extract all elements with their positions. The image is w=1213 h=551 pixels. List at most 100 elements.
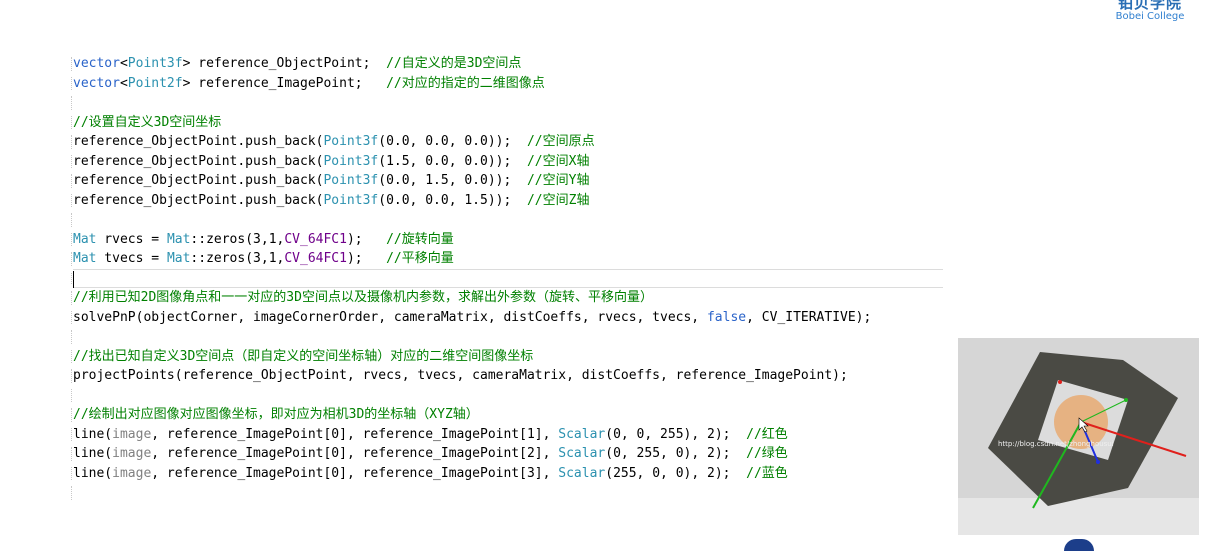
code-token: line( [73, 426, 113, 442]
code-token: Scalar [558, 426, 606, 442]
code-line[interactable]: solvePnP(objectCorner, imageCornerOrder,… [71, 308, 953, 328]
code-token: reference_ObjectPoint.push_back( [73, 153, 324, 169]
code-token: ::zeros(3,1, [190, 251, 285, 266]
corner-point [1096, 460, 1100, 464]
code-token: line( [73, 465, 113, 481]
code-token: image [112, 446, 152, 461]
code-token: ); [346, 231, 387, 247]
code-token: Mat [73, 231, 97, 247]
code-token: ); [346, 251, 387, 266]
code-token: //绘制出对应图像对应图像坐标，即对应为相机3D的坐标轴（XYZ轴） [73, 407, 479, 422]
code-token: Mat [73, 251, 97, 266]
watermark-text: http://blog.csdn.net/zhonghousui [998, 440, 1114, 448]
code-line[interactable] [71, 268, 943, 288]
code-line[interactable] [71, 386, 953, 406]
code-token: image [112, 465, 152, 481]
desk-surface [958, 498, 1199, 535]
code-token: //空间X轴 [526, 153, 590, 169]
corner-point [1058, 380, 1062, 384]
code-line[interactable]: reference_ObjectPoint.push_back(Point3f(… [71, 171, 953, 191]
code-line[interactable]: vector<Point3f> reference_ObjectPoint; /… [71, 54, 953, 74]
text-caret [73, 270, 74, 288]
code-token: CV_64FC1 [284, 231, 347, 247]
code-line[interactable]: vector<Point2f> reference_ImagePoint; //… [71, 74, 953, 94]
code-line[interactable] [71, 93, 953, 113]
brand-name-cn: 铂贝学院 [1117, 0, 1182, 12]
code-token: //对应的指定的二维图像点 [386, 75, 545, 91]
code-token: (255, 0, 0), 2); [605, 465, 747, 481]
code-token: false [706, 309, 747, 325]
code-token: (0.0, 0.0, 1.5)); [378, 192, 527, 208]
code-token: Scalar [558, 465, 606, 481]
code-line[interactable]: reference_ObjectPoint.push_back(Point3f(… [71, 152, 953, 172]
pose-estimation-image: http://blog.csdn.net/zhonghousui [958, 338, 1199, 535]
code-token: > reference_ImagePoint; [182, 75, 387, 91]
code-token: vector [73, 75, 120, 91]
code-token: , CV_ITERATIVE); [746, 309, 872, 325]
code-token: reference_ObjectPoint.push_back( [73, 192, 324, 208]
corner-point [1124, 398, 1128, 402]
code-token: Point3f [127, 56, 183, 71]
code-token: image [112, 426, 152, 442]
code-line[interactable] [71, 483, 953, 503]
taskbar-icon[interactable] [1064, 539, 1094, 551]
code-token: (0.0, 0.0, 0.0)); [378, 134, 527, 149]
code-token: < [119, 56, 128, 71]
code-line[interactable]: reference_ObjectPoint.push_back(Point3f(… [71, 191, 953, 211]
code-token: solvePnP(objectCorner, imageCornerOrder,… [73, 309, 707, 325]
code-token: //蓝色 [746, 465, 788, 481]
code-token: //绿色 [746, 446, 788, 461]
code-token: vector [73, 56, 120, 71]
code-token: //旋转向量 [386, 231, 454, 247]
code-line[interactable]: reference_ObjectPoint.push_back(Point3f(… [71, 132, 953, 152]
code-token: Point2f [127, 75, 183, 91]
code-line[interactable]: //利用已知2D图像角点和一一对应的3D空间点以及摄像机内参数，求解出外参数（旋… [71, 288, 953, 308]
code-token: Mat [166, 231, 191, 247]
code-line[interactable]: projectPoints(reference_ObjectPoint, rve… [71, 366, 953, 386]
code-token: //空间Z轴 [526, 192, 590, 208]
code-token: projectPoints(reference_ObjectPoint, rve… [73, 368, 848, 383]
code-token: Scalar [558, 446, 606, 461]
code-token: < [119, 75, 128, 91]
code-line[interactable]: line(image, reference_ImagePoint[0], ref… [71, 425, 953, 445]
code-token: //空间原点 [526, 134, 595, 149]
code-line[interactable]: //绘制出对应图像对应图像坐标，即对应为相机3D的坐标轴（XYZ轴） [71, 405, 953, 425]
code-line[interactable]: line(image, reference_ImagePoint[0], ref… [71, 444, 953, 464]
code-line[interactable]: line(image, reference_ImagePoint[0], ref… [71, 464, 953, 484]
code-token: Point3f [323, 134, 379, 149]
code-line[interactable]: //找出已知自定义3D空间点（即自定义的空间坐标轴）对应的二维空间图像坐标 [71, 347, 953, 367]
code-token: Point3f [323, 192, 379, 208]
code-token: ::zeros(3,1, [190, 231, 285, 247]
code-token: reference_ObjectPoint.push_back( [73, 134, 324, 149]
webcam-preview: http://blog.csdn.net/zhonghousui [958, 338, 1199, 535]
brand-name-en: Bobei College [1115, 11, 1185, 22]
code-token: , reference_ImagePoint[0], reference_Ima… [151, 426, 559, 442]
code-token: //平移向量 [386, 251, 454, 266]
code-line[interactable]: //设置自定义3D空间坐标 [71, 113, 953, 133]
code-token: (0, 255, 0), 2); [605, 446, 747, 461]
code-token: (1.5, 0.0, 0.0)); [378, 153, 527, 169]
code-token: Mat [166, 251, 191, 266]
code-line[interactable] [71, 327, 953, 347]
code-token: (0, 0, 255), 2); [605, 426, 747, 442]
code-token: //利用已知2D图像角点和一一对应的3D空间点以及摄像机内参数，求解出外参数（旋… [73, 290, 653, 305]
code-token: (0.0, 1.5, 0.0)); [378, 173, 527, 188]
code-token: rvecs = [96, 231, 167, 247]
brand-logo: 铂贝学院 Bobei College [1095, 0, 1205, 24]
code-token: Point3f [323, 173, 379, 188]
code-token: , reference_ImagePoint[0], reference_Ima… [151, 465, 559, 481]
code-token: tvecs = [96, 251, 167, 266]
code-token: line( [73, 446, 113, 461]
code-token: //红色 [746, 426, 788, 442]
code-token: //设置自定义3D空间坐标 [73, 114, 222, 130]
code-line[interactable]: Mat rvecs = Mat::zeros(3,1,CV_64FC1); //… [71, 230, 953, 250]
code-token: CV_64FC1 [284, 251, 347, 266]
code-line[interactable] [71, 210, 953, 230]
code-token: //找出已知自定义3D空间点（即自定义的空间坐标轴）对应的二维空间图像坐标 [73, 348, 534, 364]
code-line[interactable]: Mat tvecs = Mat::zeros(3,1,CV_64FC1); //… [71, 249, 953, 269]
code-token: //空间Y轴 [526, 173, 590, 188]
code-editor[interactable]: vector<Point3f> reference_ObjectPoint; /… [71, 54, 953, 503]
code-token: //自定义的是3D空间点 [386, 56, 522, 71]
code-token: Point3f [323, 153, 379, 169]
code-token: > reference_ObjectPoint; [182, 56, 387, 71]
